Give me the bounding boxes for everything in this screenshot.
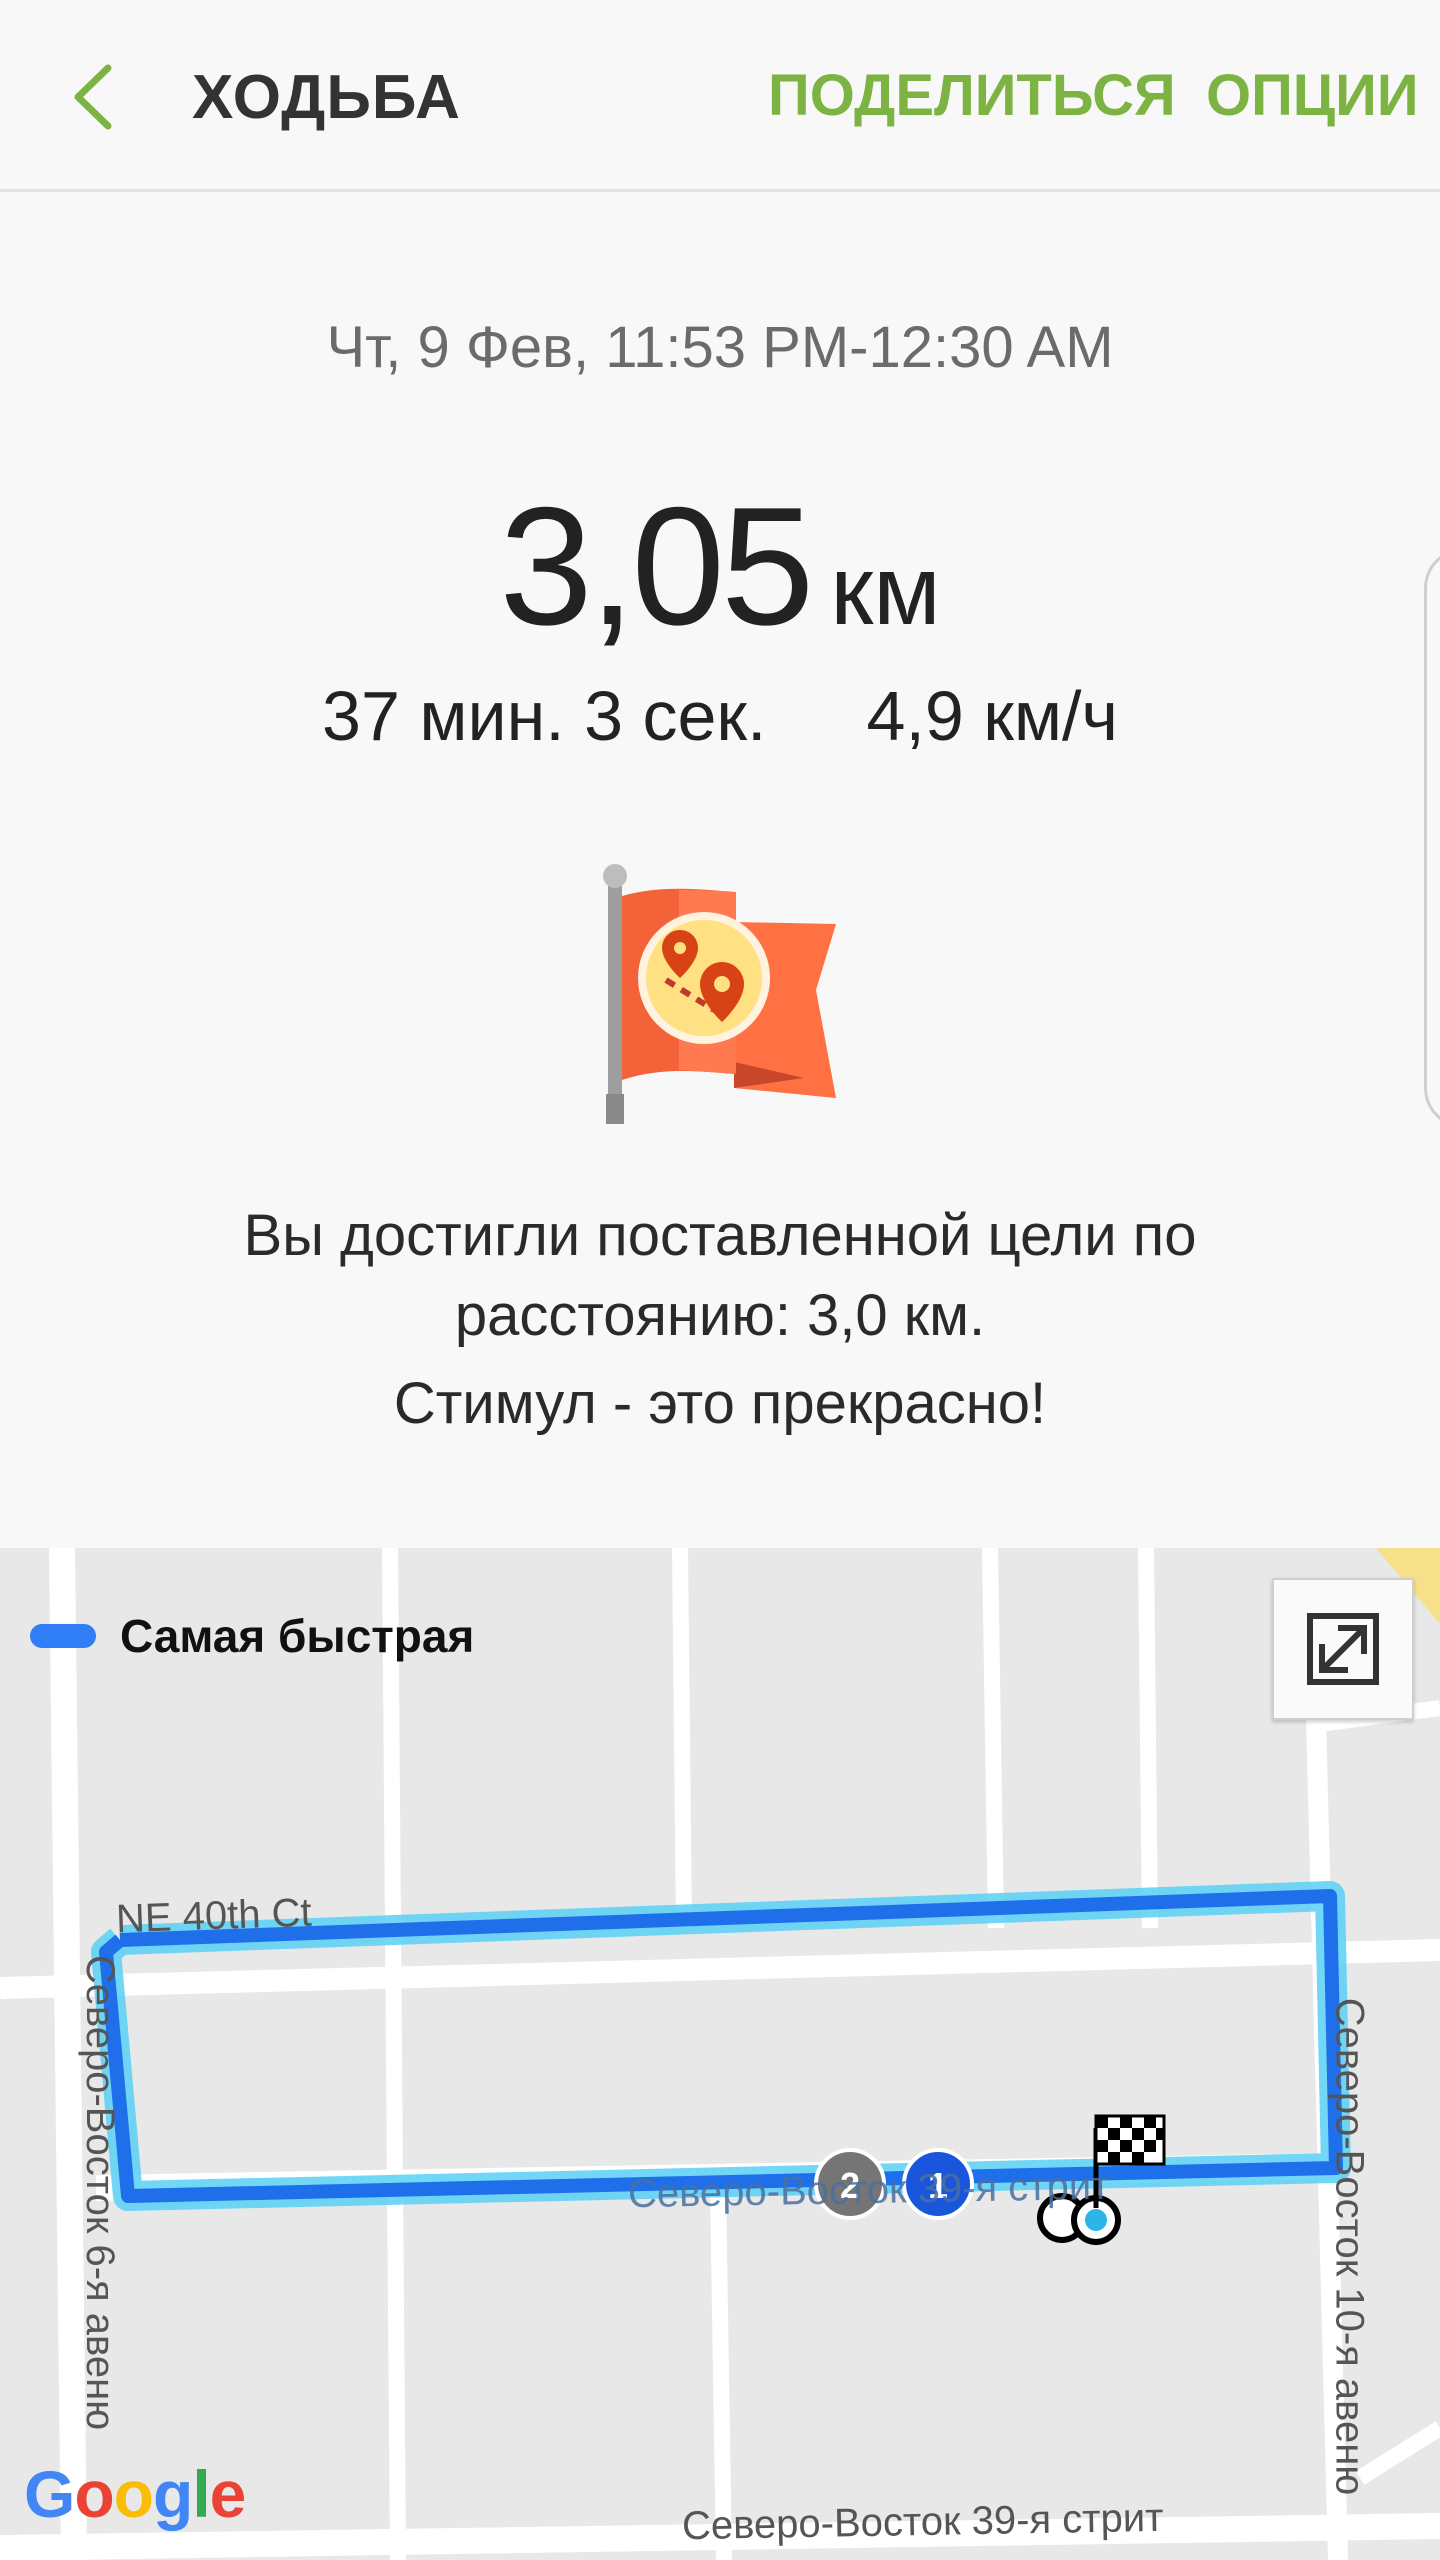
- workout-date-range: Чт, 9 Фев, 11:53 PM-12:30 AM: [326, 315, 1114, 380]
- share-button[interactable]: ПОДЕЛИТЬСЯ: [768, 62, 1176, 129]
- app-header: ХОДЬБА ПОДЕЛИТЬСЯ ОПЦИИ: [0, 0, 1440, 192]
- duration-value: 37 мин. 3 сек.: [322, 677, 767, 755]
- page-title: ХОДЬБА: [192, 63, 461, 132]
- street-label-ne-10th-avenue: Северо-Восток 10-я авеню: [1327, 1997, 1372, 2496]
- route-swatch: [30, 1624, 96, 1648]
- goal-message-line-1: Вы достигли поставленной цели по: [243, 1203, 1197, 1268]
- expand-map-button[interactable]: [1272, 1578, 1414, 1720]
- goal-flag-icon: [584, 862, 844, 1126]
- workout-detail-screen: ХОДЬБА ПОДЕЛИТЬСЯ ОПЦИИ Чт, 9 Фев, 11:53…: [0, 0, 1440, 2560]
- options-button[interactable]: ОПЦИИ: [1206, 62, 1419, 129]
- back-button[interactable]: [50, 52, 140, 142]
- street-label-ne-40th: NE 40th Ct: [115, 1890, 313, 1942]
- expand-icon: [1307, 1613, 1379, 1685]
- edge-panel-handle[interactable]: [1424, 548, 1440, 1128]
- map-canvas: 2 1: [0, 1548, 1440, 2560]
- speed-value: 4,9 км/ч: [866, 677, 1118, 755]
- street-label-ne-street-segment: Северо-Восток 39-я стрит: [627, 2163, 1110, 2217]
- street-label-ne-39th: Северо-Восток 39-я стрит: [681, 2495, 1164, 2549]
- street-label-ne-6th-avenue: Северо-Восток 6-я авеню: [78, 1954, 123, 2431]
- goal-message: Вы достигли поставленной цели по расстоя…: [80, 1196, 1360, 1444]
- distance-display: 3,05 км: [0, 470, 1440, 663]
- distance-unit: км: [830, 535, 941, 645]
- chevron-left-icon: [74, 64, 112, 130]
- goal-message-line-2: расстоянию: 3,0 км.: [454, 1283, 986, 1348]
- workout-stats: 37 мин. 3 сек. 4,9 км/ч: [0, 676, 1440, 756]
- goal-message-line-3: Стимул - это прекрасно!: [393, 1371, 1047, 1436]
- route-map[interactable]: 2 1 Самая быстрая NE 40th Ct Северо-Вост…: [0, 1548, 1440, 2560]
- google-logo: Google: [24, 2457, 246, 2531]
- map-legend: Самая быстрая: [30, 1606, 474, 1666]
- legend-label: Самая быстрая: [120, 1610, 475, 1662]
- distance-value: 3,05: [499, 472, 814, 660]
